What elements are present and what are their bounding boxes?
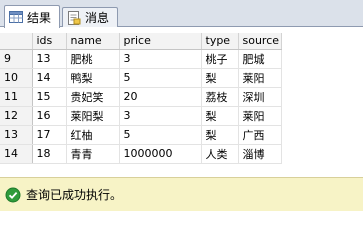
table-row[interactable]: 10 14 鸭梨 5 梨 莱阳 — [0, 68, 282, 88]
cell-type[interactable]: 梨 — [201, 125, 239, 145]
results-table: ids name price type source 9 13 肥桃 3 桃子 … — [0, 33, 282, 164]
cell-price[interactable]: 1000000 — [119, 144, 202, 164]
cell-source[interactable]: 深圳 — [238, 87, 282, 107]
tab-messages-label: 消息 — [85, 11, 110, 25]
corner-cell[interactable] — [0, 33, 33, 50]
cell-price[interactable]: 3 — [119, 49, 202, 69]
row-number[interactable]: 11 — [0, 87, 33, 107]
cell-name[interactable]: 红柚 — [66, 125, 120, 145]
cell-name[interactable]: 青青 — [66, 144, 120, 164]
table-row[interactable]: 14 18 青青 1000000 人类 淄博 — [0, 144, 282, 164]
cell-price[interactable]: 5 — [119, 68, 202, 88]
column-header-source[interactable]: source — [238, 33, 282, 50]
cell-name[interactable]: 贵妃笑 — [66, 87, 120, 107]
cell-type[interactable]: 桃子 — [201, 49, 239, 69]
cell-ids[interactable]: 15 — [32, 87, 67, 107]
cell-source[interactable]: 莱阳 — [238, 106, 282, 126]
tab-results[interactable]: 结果 — [4, 5, 60, 28]
cell-name[interactable]: 肥桃 — [66, 49, 120, 69]
cell-name[interactable]: 莱阳梨 — [66, 106, 120, 126]
status-text: 查询已成功执行。 — [26, 188, 123, 202]
cell-type[interactable]: 荔枝 — [201, 87, 239, 107]
column-header-price[interactable]: price — [119, 33, 202, 50]
cell-source[interactable]: 莱阳 — [238, 68, 282, 88]
column-header-name[interactable]: name — [66, 33, 120, 50]
cell-ids[interactable]: 17 — [32, 125, 67, 145]
cell-source[interactable]: 广西 — [238, 125, 282, 145]
table-row[interactable]: 9 13 肥桃 3 桃子 肥城 — [0, 49, 282, 69]
success-check-icon — [5, 187, 21, 202]
cell-ids[interactable]: 14 — [32, 68, 67, 88]
tab-messages[interactable]: 消息 — [62, 7, 118, 27]
cell-source[interactable]: 肥城 — [238, 49, 282, 69]
cell-ids[interactable]: 16 — [32, 106, 67, 126]
cell-type[interactable]: 人类 — [201, 144, 239, 164]
cell-ids[interactable]: 18 — [32, 144, 67, 164]
column-header-ids[interactable]: ids — [32, 33, 67, 50]
row-number[interactable]: 12 — [0, 106, 33, 126]
status-bar: 查询已成功执行。 — [0, 177, 363, 211]
cell-type[interactable]: 梨 — [201, 106, 239, 126]
tab-results-label: 结果 — [27, 10, 52, 25]
row-number[interactable]: 14 — [0, 144, 33, 164]
table-row[interactable]: 12 16 莱阳梨 3 梨 莱阳 — [0, 106, 282, 126]
row-number[interactable]: 13 — [0, 125, 33, 145]
cell-price[interactable]: 5 — [119, 125, 202, 145]
column-header-type[interactable]: type — [201, 33, 239, 50]
row-number[interactable]: 10 — [0, 68, 33, 88]
grid-icon — [9, 11, 23, 23]
cell-source[interactable]: 淄博 — [238, 144, 282, 164]
table-row[interactable]: 13 17 红柚 5 梨 广西 — [0, 125, 282, 145]
cell-type[interactable]: 梨 — [201, 68, 239, 88]
cell-price[interactable]: 3 — [119, 106, 202, 126]
row-number[interactable]: 9 — [0, 49, 33, 69]
table-row[interactable]: 11 15 贵妃笑 20 荔枝 深圳 — [0, 87, 282, 107]
results-tabbar: 结果 消息 — [0, 0, 363, 28]
message-icon — [68, 10, 81, 25]
cell-name[interactable]: 鸭梨 — [66, 68, 120, 88]
header-row: ids name price type source — [0, 33, 282, 50]
cell-ids[interactable]: 13 — [32, 49, 67, 69]
cell-price[interactable]: 20 — [119, 87, 202, 107]
results-grid[interactable]: ids name price type source 9 13 肥桃 3 桃子 … — [0, 27, 363, 177]
